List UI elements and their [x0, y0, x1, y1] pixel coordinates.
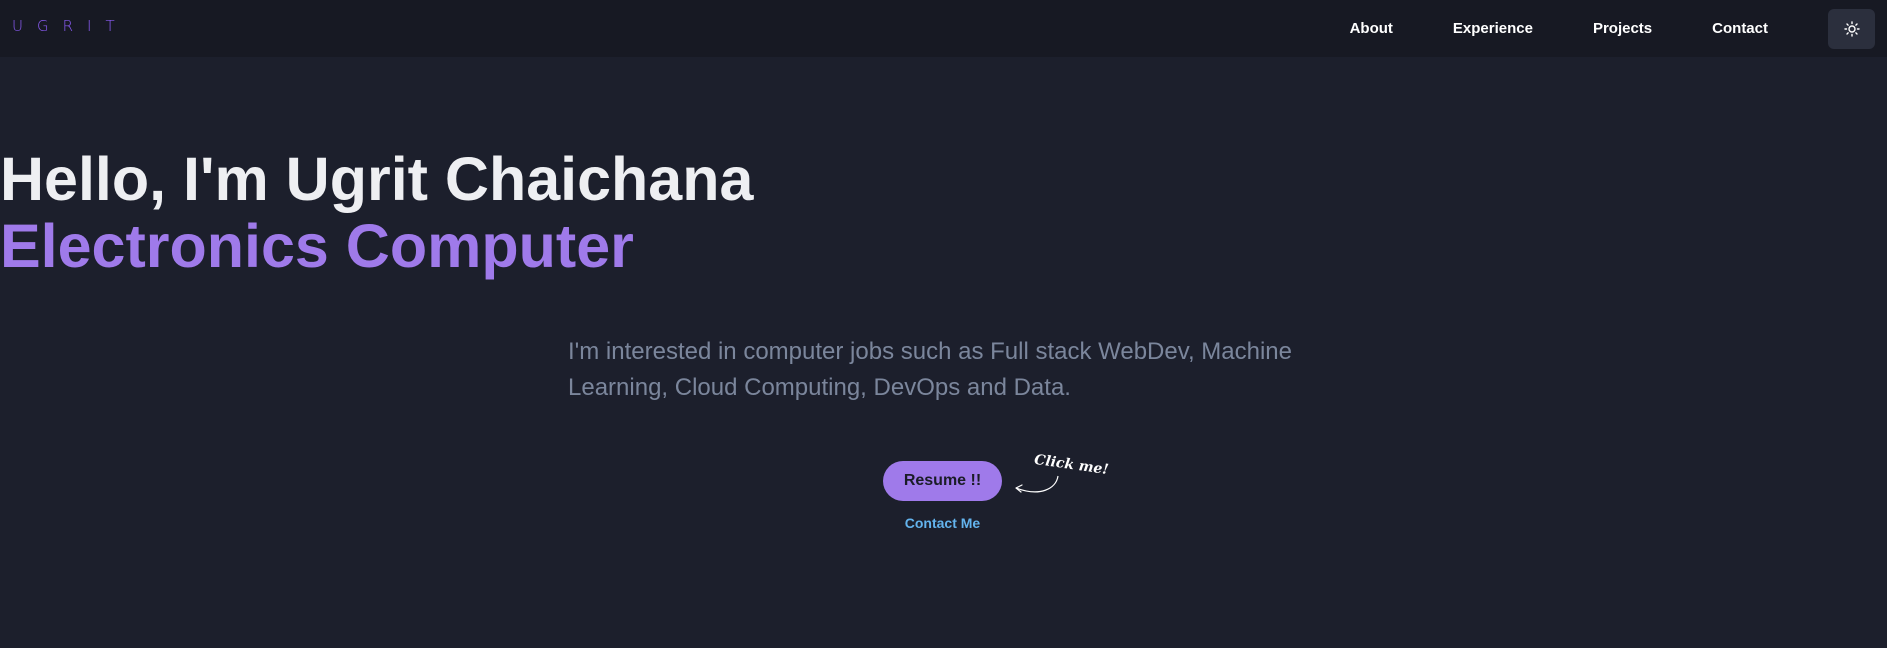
curved-arrow-icon	[1015, 475, 1059, 493]
nav-link-experience[interactable]: Experience	[1453, 20, 1533, 37]
navbar: UGRIT About Experience Projects Contact	[0, 0, 1887, 57]
hero-description: I'm interested in computer jobs such as …	[568, 338, 1292, 401]
logo[interactable]: UGRIT	[12, 17, 129, 35]
contact-me-link[interactable]: Contact Me	[883, 515, 1002, 531]
nav-link-about[interactable]: About	[1350, 20, 1393, 37]
nav-link-contact[interactable]: Contact	[1712, 20, 1768, 37]
hero-title: Hello, I'm Ugrit Chaichana	[0, 145, 754, 213]
nav-links: About Experience Projects Contact	[1350, 0, 1887, 57]
theme-toggle-button[interactable]	[1828, 8, 1875, 49]
nav-link-projects[interactable]: Projects	[1593, 20, 1652, 37]
hero-subtitle: Electronics Computer	[0, 212, 634, 280]
resume-button[interactable]: Resume !!	[883, 461, 1002, 501]
sun-icon	[1843, 20, 1860, 37]
